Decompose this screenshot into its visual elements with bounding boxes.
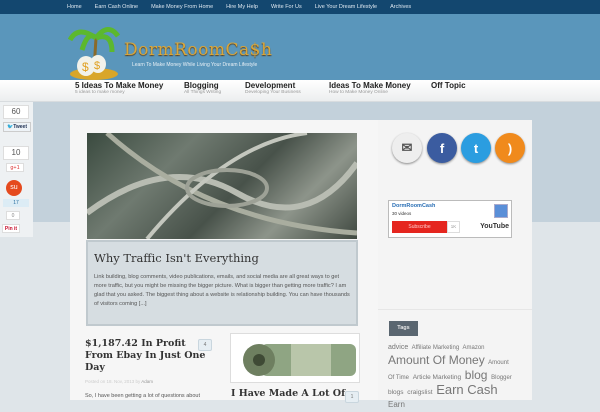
tag-link[interactable]: Blogger — [491, 375, 512, 381]
category-label: Development — [245, 81, 296, 90]
tag-cloud: advice Affiliate Marketing Amazon Amount… — [388, 342, 516, 412]
featured-image-highway[interactable] — [87, 133, 357, 239]
category-label: Off Topic — [431, 81, 466, 90]
featured-post: Why Traffic Isn't Everything Link buildi… — [86, 240, 358, 326]
top-nav-item[interactable]: Archives — [390, 4, 411, 10]
category-nav-item[interactable]: Blogging All Things Writing — [184, 81, 221, 95]
channel-avatar — [494, 204, 508, 218]
top-nav-item[interactable]: Make Money From Home — [151, 4, 213, 10]
svg-text:$: $ — [94, 60, 100, 72]
tag-link[interactable]: blog — [465, 368, 488, 382]
stumble-count: 17 — [3, 199, 29, 207]
pin-it-button[interactable]: Pin it — [2, 224, 20, 233]
twitter-icon[interactable]: t — [461, 133, 491, 163]
top-nav-item[interactable]: Live Your Dream Lifestyle — [315, 4, 377, 10]
top-nav-item[interactable]: Earn Cash Online — [95, 4, 138, 10]
comment-count-bubble[interactable]: 1 — [345, 391, 359, 403]
gplus-button[interactable]: g+1 — [6, 163, 24, 172]
tag-link[interactable]: Affiliate Marketing — [412, 345, 460, 351]
top-nav: Home Earn Cash Online Make Money From Home… — [0, 0, 600, 14]
site-title: DormRoomCa$h — [124, 40, 273, 60]
category-label: Ideas To Make Money — [329, 81, 411, 90]
category-label: 5 Ideas To Make Money — [75, 81, 164, 90]
tag-link[interactable]: Earn — [388, 400, 405, 409]
featured-post-excerpt: Link building, blog comments, video publ… — [94, 274, 350, 307]
youtube-channel-name[interactable]: DormRoomCash — [392, 203, 435, 209]
tag-link[interactable]: Article Marketing — [413, 374, 461, 381]
subscriber-count: 1K — [447, 221, 460, 233]
svg-text:$: $ — [82, 60, 89, 74]
post-image-money-roll[interactable] — [230, 333, 360, 383]
site-tagline: Learn To Make Money While Living Your Dr… — [132, 62, 258, 68]
highway-image — [87, 133, 357, 239]
youtube-subscribe-button[interactable]: Subscribe — [392, 221, 447, 233]
rss-icon[interactable]: ) — [495, 133, 525, 163]
tweet-count: 60 — [3, 105, 29, 119]
post-card: $1,187.42 In Profit From Ebay In Just On… — [85, 338, 215, 401]
top-nav-item[interactable]: Write For Us — [271, 4, 302, 10]
category-subtitle: How to Make Money Online — [329, 90, 388, 95]
top-nav-item[interactable]: Home — [67, 4, 82, 10]
share-bar: 60 🐦Tweet 10 g+1 su 17 0 Pin it — [0, 102, 33, 237]
email-icon[interactable]: ✉ — [392, 133, 422, 163]
category-subtitle: All Things Writing — [184, 90, 222, 95]
post-date: Posted on 18. Nov, 2013 by — [85, 379, 141, 384]
post-title[interactable]: I Have Made A Lot Of — [231, 388, 345, 399]
comment-count-bubble[interactable]: 4 — [198, 339, 212, 351]
money-roll-image — [243, 344, 356, 376]
tags-heading: Tags — [389, 321, 418, 336]
youtube-logo: YouTube — [480, 223, 509, 230]
post-author[interactable]: Adam — [141, 379, 153, 384]
tweet-button[interactable]: 🐦Tweet — [3, 122, 31, 132]
category-nav-item[interactable]: 5 Ideas To Make Money 5 ideas to make mon… — [75, 81, 163, 95]
divider — [378, 309, 532, 310]
top-nav-item[interactable]: Hire My Help — [226, 4, 258, 10]
palm-money-logo-icon: $ $ — [68, 27, 120, 80]
site-logo[interactable]: $ $ DormRoomCa$h Learn To Make Money Whi… — [68, 18, 272, 80]
tag-link[interactable]: Amazon — [463, 345, 485, 351]
stumbleupon-icon[interactable]: su — [6, 180, 22, 196]
tag-link[interactable]: advice — [388, 344, 408, 351]
category-nav-item[interactable]: Ideas To Make Money How to Make Money Onl… — [329, 81, 411, 95]
category-nav: 5 Ideas To Make Money 5 ideas to make mon… — [0, 80, 600, 102]
featured-post-title[interactable]: Why Traffic Isn't Everything — [94, 251, 350, 265]
gplus-count: 10 — [3, 146, 29, 160]
pin-count: 0 — [6, 211, 20, 220]
youtube-widget: DormRoomCash 30 videos Subscribe 1K YouT… — [388, 200, 512, 238]
tweet-label: Tweet — [13, 124, 28, 130]
tag-link[interactable]: blogs — [388, 389, 404, 396]
tag-link[interactable]: Amount Of Money — [388, 353, 485, 367]
facebook-icon[interactable]: f — [427, 133, 457, 163]
tag-link[interactable]: Earn Cash — [436, 382, 497, 397]
category-subtitle: Developing Your Business — [245, 90, 301, 95]
post-meta: Posted on 18. Nov, 2013 by Adam — [85, 379, 215, 384]
category-subtitle: 5 ideas to make money — [75, 90, 125, 95]
tag-link[interactable]: craigslist — [407, 389, 432, 396]
post-title[interactable]: $1,187.42 In Profit From Ebay In Just On… — [85, 338, 215, 374]
category-label: Blogging — [184, 81, 219, 90]
youtube-video-count: 30 videos — [392, 211, 412, 216]
category-nav-item[interactable]: Development Developing Your Business — [245, 81, 301, 95]
category-nav-item[interactable]: Off Topic — [431, 81, 466, 90]
